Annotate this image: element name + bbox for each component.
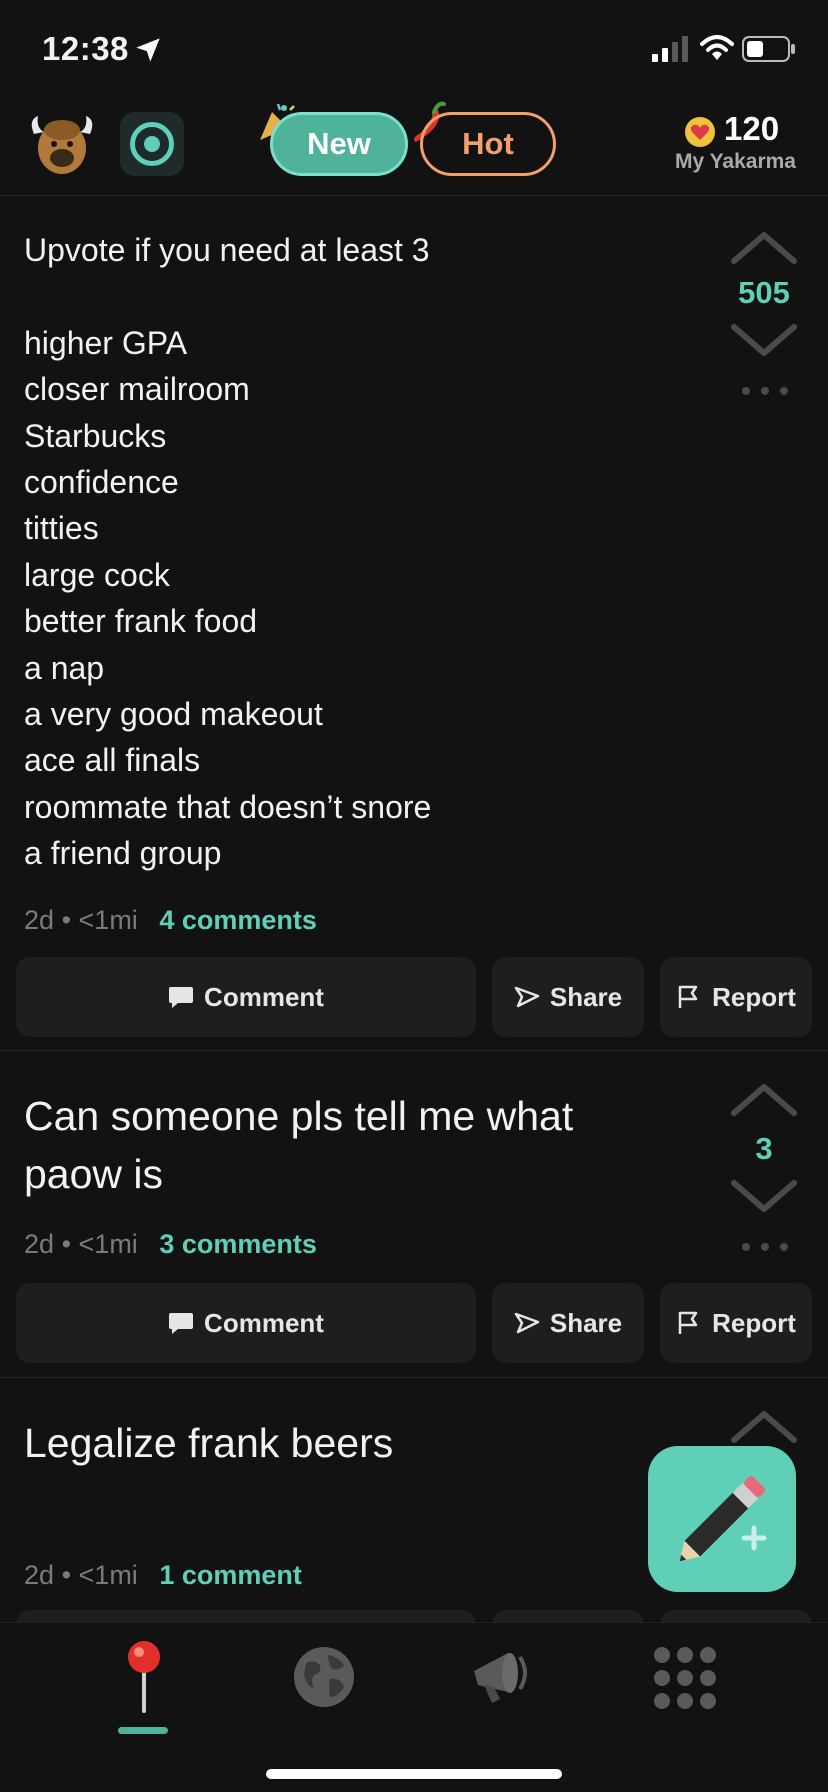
- wifi-icon: [700, 35, 734, 60]
- downvote-chevron-icon[interactable]: [730, 323, 798, 359]
- megaphone-icon[interactable]: [464, 1641, 536, 1713]
- post-distance: <1mi: [78, 1560, 138, 1590]
- yak-mascot-icon[interactable]: [28, 110, 96, 178]
- feed-header: New Hot 120 My Yakarma: [0, 100, 828, 196]
- post-card[interactable]: Can someone pls tell me what paow is 3 2…: [0, 1051, 828, 1378]
- post-text[interactable]: Legalize frank beers: [24, 1414, 704, 1472]
- share-button-label: Share: [549, 981, 623, 1012]
- status-bar: 12:38: [0, 0, 828, 100]
- pencil-plus-icon: [679, 1476, 767, 1562]
- flag-icon: [678, 1311, 698, 1334]
- share-button-label: Share: [549, 1307, 623, 1338]
- meta-separator: •: [61, 1560, 72, 1590]
- share-button[interactable]: Share: [492, 957, 644, 1037]
- post-age: 2d: [24, 905, 55, 935]
- active-tab-indicator: [118, 1727, 168, 1734]
- yakarma-count[interactable]: 120: [724, 110, 779, 148]
- battery-icon: [742, 36, 795, 62]
- post-age: 2d: [24, 1229, 55, 1259]
- location-arrow-icon: [136, 38, 160, 62]
- bottom-nav: [0, 1622, 828, 1792]
- post-text[interactable]: Can someone pls tell me what paow is: [24, 1087, 704, 1203]
- globe-icon[interactable]: [292, 1645, 356, 1709]
- upvote-chevron-icon[interactable]: [730, 1408, 798, 1444]
- upvote-chevron-icon[interactable]: [730, 1081, 798, 1117]
- comment-button-label: Comment: [204, 1307, 324, 1338]
- post-age: 2d: [24, 1560, 55, 1590]
- heart-icon: [685, 117, 715, 147]
- send-arrow-icon: [514, 1312, 540, 1334]
- report-button-label: Report: [712, 1307, 796, 1338]
- speech-bubble-icon: [169, 987, 194, 1008]
- vote-count: 505: [738, 275, 790, 310]
- comment-button[interactable]: Comment: [16, 1283, 476, 1363]
- post-card[interactable]: Upvote if you need at least 3 higher GPA…: [0, 197, 828, 1051]
- report-button[interactable]: Report: [660, 957, 812, 1037]
- home-indicator[interactable]: [266, 1769, 562, 1779]
- downvote-chevron-icon[interactable]: [730, 1179, 798, 1215]
- post-meta: 2d • <1mi 4 comments: [24, 905, 317, 936]
- yakarma-label[interactable]: My Yakarma: [675, 150, 796, 174]
- tab-hot[interactable]: Hot: [420, 112, 556, 176]
- herd-logo[interactable]: [120, 112, 184, 176]
- cellular-signal-icon: [652, 36, 688, 62]
- comment-button-label: Comment: [204, 981, 324, 1012]
- post-meta: 2d • <1mi 1 comment: [24, 1560, 302, 1591]
- post-distance: <1mi: [78, 905, 138, 935]
- compose-post-button[interactable]: [648, 1446, 796, 1592]
- status-time: 12:38: [42, 30, 129, 67]
- flag-icon: [678, 985, 698, 1008]
- map-pin-icon[interactable]: [124, 1639, 164, 1719]
- upvote-chevron-icon[interactable]: [730, 229, 798, 265]
- report-button-label: Report: [712, 981, 796, 1012]
- more-options-icon[interactable]: [738, 1241, 792, 1253]
- post-text[interactable]: Upvote if you need at least 3 higher GPA…: [24, 227, 704, 877]
- vote-count: 3: [755, 1131, 773, 1166]
- comments-link[interactable]: 1 comment: [159, 1560, 302, 1590]
- speech-bubble-icon: [169, 1313, 194, 1334]
- more-options-icon[interactable]: [738, 385, 792, 397]
- post-distance: <1mi: [78, 1229, 138, 1259]
- post-meta: 2d • <1mi 3 comments: [24, 1229, 317, 1260]
- share-button[interactable]: Share: [492, 1283, 644, 1363]
- meta-separator: •: [61, 1229, 72, 1259]
- comment-button[interactable]: Comment: [16, 957, 476, 1037]
- meta-separator: •: [61, 905, 72, 935]
- tab-new[interactable]: New: [270, 112, 408, 176]
- comments-link[interactable]: 3 comments: [159, 1229, 317, 1259]
- report-button[interactable]: Report: [660, 1283, 812, 1363]
- apps-grid-icon[interactable]: [652, 1645, 718, 1711]
- comments-link[interactable]: 4 comments: [159, 905, 317, 935]
- send-arrow-icon: [514, 986, 540, 1008]
